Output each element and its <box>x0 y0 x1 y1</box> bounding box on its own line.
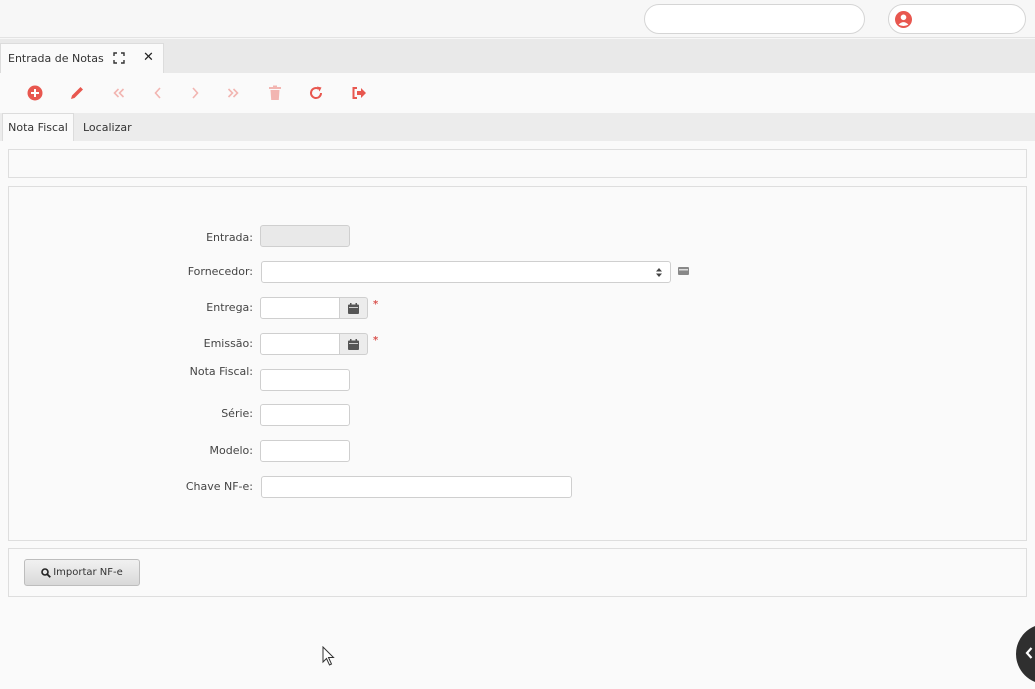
form-panel: Entrada: Fornecedor: Entrega: * Emissão: <box>8 186 1027 541</box>
trash-icon <box>269 85 281 100</box>
next-record-button[interactable] <box>185 83 205 103</box>
first-record-button[interactable] <box>109 83 129 103</box>
sign-out-icon <box>352 87 366 99</box>
import-nfe-button[interactable]: Importar NF-e <box>24 559 140 586</box>
expand-icon[interactable] <box>113 52 125 64</box>
add-button[interactable] <box>25 83 45 103</box>
chevron-right-icon <box>192 87 199 99</box>
document-tab-strip: Entrada de Notas ✕ <box>0 39 1035 73</box>
required-indicator: * <box>373 335 379 346</box>
select-arrows-icon <box>656 268 662 277</box>
serie-label: Série: <box>221 407 253 420</box>
delete-button[interactable] <box>265 83 285 103</box>
tab-localizar[interactable]: Localizar <box>80 113 144 141</box>
nota-fiscal-input[interactable] <box>260 369 350 391</box>
emissao-date-input[interactable] <box>260 333 340 355</box>
chevron-left-icon <box>1025 647 1033 659</box>
mouse-cursor-icon <box>322 646 335 666</box>
entrega-date-input[interactable] <box>260 297 340 319</box>
entrega-label: Entrega: <box>206 301 253 314</box>
emissao-label: Emissão: <box>203 337 253 350</box>
chave-nfe-label: Chave NF-e: <box>185 480 253 493</box>
last-record-button[interactable] <box>223 83 243 103</box>
entrega-calendar-button[interactable] <box>340 297 368 319</box>
toolbar <box>0 73 1035 113</box>
content-area: Entrada: Fornecedor: Entrega: * Emissão: <box>0 141 1035 689</box>
search-input[interactable] <box>644 4 865 34</box>
fornecedor-label: Fornecedor: <box>187 265 253 278</box>
refresh-button[interactable] <box>306 83 326 103</box>
fornecedor-select[interactable] <box>261 261 671 283</box>
calendar-icon <box>348 338 359 350</box>
close-icon[interactable]: ✕ <box>143 51 154 65</box>
edit-button[interactable] <box>67 83 87 103</box>
chave-nfe-input[interactable] <box>261 476 572 498</box>
card-icon[interactable] <box>678 267 689 275</box>
emissao-calendar-button[interactable] <box>340 333 368 355</box>
pencil-icon <box>71 87 83 99</box>
info-bar <box>8 149 1027 178</box>
calendar-icon <box>348 302 359 314</box>
user-icon <box>895 11 912 28</box>
tab-title: Entrada de Notas <box>8 52 104 65</box>
exit-button[interactable] <box>349 83 369 103</box>
nota-fiscal-label: Nota Fiscal: <box>189 365 253 378</box>
double-chevron-left-icon <box>113 88 125 98</box>
entrada-field <box>260 225 350 247</box>
serie-input[interactable] <box>260 404 350 426</box>
actions-panel <box>8 548 1027 597</box>
form-tabs: Nota Fiscal Localizar <box>0 113 1035 141</box>
entrada-label: Entrada: <box>206 231 253 244</box>
required-indicator: * <box>373 299 379 310</box>
modelo-label: Modelo: <box>209 444 253 457</box>
plus-circle-icon <box>27 85 43 101</box>
tab-entrada-de-notas[interactable]: Entrada de Notas ✕ <box>0 43 164 73</box>
refresh-icon <box>310 86 323 99</box>
double-chevron-right-icon <box>227 88 239 98</box>
modelo-input[interactable] <box>260 440 350 462</box>
search-icon <box>41 567 52 578</box>
import-nfe-label: Importar NF-e <box>53 567 123 578</box>
previous-record-button[interactable] <box>148 83 168 103</box>
chevron-left-icon <box>154 87 161 99</box>
top-bar <box>0 0 1035 38</box>
user-menu[interactable] <box>888 4 1026 34</box>
tab-nota-fiscal[interactable]: Nota Fiscal <box>2 113 74 141</box>
